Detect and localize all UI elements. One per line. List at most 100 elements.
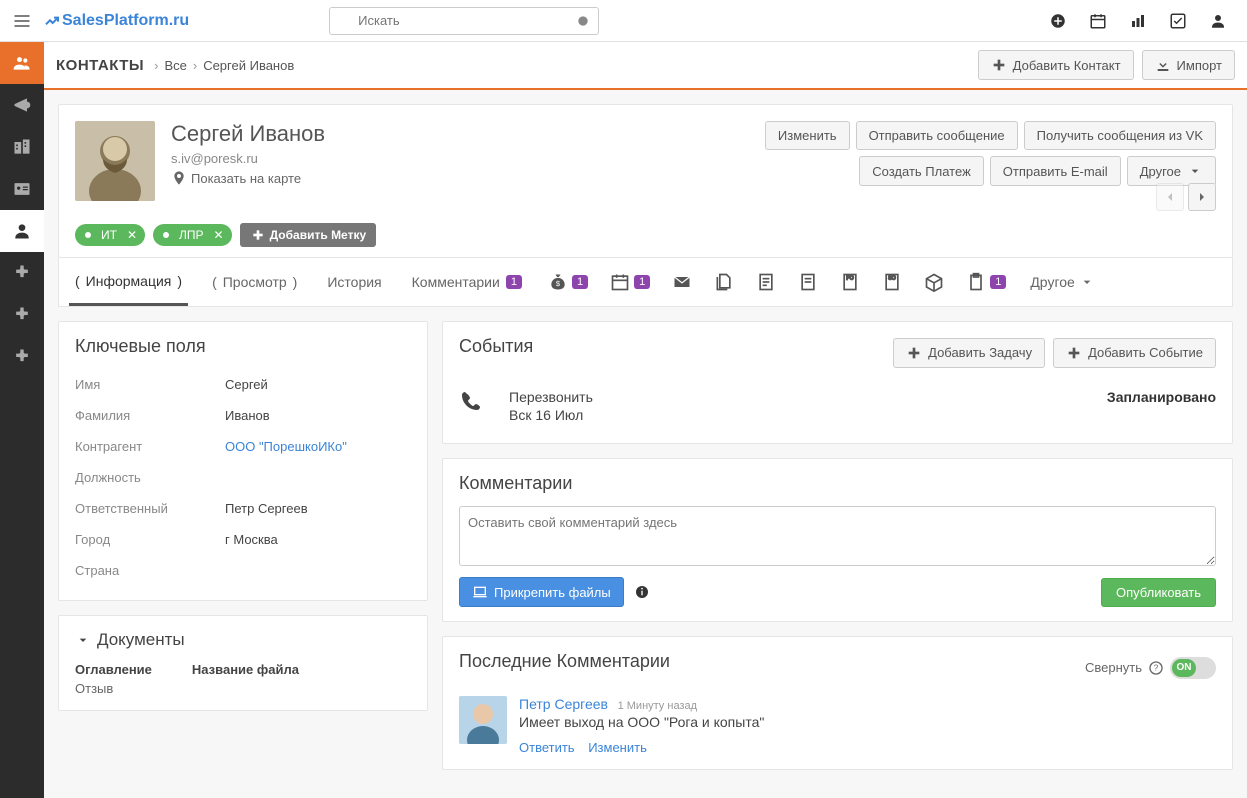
envelope-icon [672,272,692,292]
edit-comment-link[interactable]: Изменить [588,740,647,755]
field-value: Иванов [225,408,270,423]
tab-information[interactable]: Информация [69,259,188,306]
comment-input[interactable] [459,506,1216,566]
tab-page-icon[interactable] [754,258,778,306]
chart-up-icon [44,13,60,29]
send-email-button[interactable]: Отправить E-mail [990,156,1121,186]
tab-history[interactable]: История [321,260,387,304]
field-label: Имя [75,377,225,392]
add-quick-icon[interactable] [1049,12,1067,30]
publish-button[interactable]: Опубликовать [1101,578,1216,607]
calendar-icon[interactable] [1089,12,1107,30]
key-fields-panel: Ключевые поля ИмяСергей ФамилияИванов Ко… [58,321,428,601]
event-row[interactable]: Перезвонить Вск 16 Июл Запланировано [459,383,1216,429]
tab-products-icon[interactable] [922,258,946,306]
tab-po-icon[interactable]: PO [838,258,862,306]
search-input[interactable] [329,7,599,35]
tab-so-icon[interactable]: SO [880,258,904,306]
module-title[interactable]: КОНТАКТЫ [56,57,144,74]
plus-icon [906,345,922,361]
breadcrumb-all[interactable]: Все [164,58,186,73]
dot-icon [85,232,91,238]
add-task-button[interactable]: Добавить Задачу [893,338,1045,368]
svg-text:SO: SO [889,276,896,282]
laptop-icon [472,584,488,600]
chevron-right-icon [1194,189,1210,205]
add-task-label: Добавить Задачу [928,345,1032,360]
brand-logo[interactable]: SalesPlatform.ru [44,12,189,30]
menu-toggle[interactable] [8,7,36,35]
import-button[interactable]: Импорт [1142,50,1235,80]
plus-icon [1066,345,1082,361]
add-event-button[interactable]: Добавить Событие [1053,338,1216,368]
remove-tag-icon[interactable]: ✕ [214,228,224,242]
contact-email[interactable]: s.iv@poresk.ru [171,151,325,166]
sidebar-item-organizations[interactable] [0,126,44,168]
breadcrumb-sep-icon: › [193,58,197,73]
attach-files-button[interactable]: Прикрепить файлы [459,577,624,607]
show-on-map-link[interactable]: Показать на карте [171,170,325,186]
contact-avatar[interactable] [75,121,155,201]
key-fields-title: Ключевые поля [75,336,411,357]
tag-label: ЛПР [179,228,204,242]
sidebar-item-campaigns[interactable] [0,84,44,126]
tag-label: ИТ [101,228,117,242]
recent-comments-panel: Последние Комментарии Свернуть ? ON [442,636,1233,770]
next-record-button[interactable] [1188,183,1216,211]
info-icon[interactable] [634,584,650,600]
add-tag-button[interactable]: Добавить Метку [240,223,377,247]
send-message-button[interactable]: Отправить сообщение [856,121,1018,150]
tab-other-dropdown[interactable]: Другое [1026,260,1098,304]
other-actions-dropdown[interactable]: Другое [1127,156,1216,186]
tag-chip[interactable]: ЛПР ✕ [153,224,232,246]
box-icon [924,272,944,292]
sidebar-item-card[interactable] [0,168,44,210]
events-title: События [459,336,533,357]
tab-comments[interactable]: Комментарии 1 [406,260,528,304]
edit-button[interactable]: Изменить [765,121,850,150]
comment-author-link[interactable]: Петр Сергеев [519,696,608,712]
comment-time: 1 Минуту назад [618,700,697,712]
add-contact-button[interactable]: Добавить Контакт [978,50,1134,80]
sidebar-item-plugin-1[interactable] [0,252,44,294]
comments-title: Комментарии [459,473,1216,494]
documents-toggle[interactable]: Документы [75,630,411,650]
field-value: г Москва [225,532,278,547]
tab-money-icon[interactable]: $1 [546,258,590,306]
create-payment-button[interactable]: Создать Платеж [859,156,983,186]
calendar-badge: 1 [634,275,650,289]
sidebar-item-plugin-3[interactable] [0,336,44,378]
collapse-toggle[interactable]: ON [1170,657,1216,679]
tag-chip[interactable]: ИТ ✕ [75,224,145,246]
sidebar-item-plugin-2[interactable] [0,294,44,336]
tab-mail-icon[interactable] [670,258,694,306]
sidebar-item-contacts-group[interactable] [0,42,44,84]
tab-invoice-icon[interactable] [796,258,820,306]
user-menu-icon[interactable] [1209,12,1227,30]
comment-avatar[interactable] [459,696,507,744]
remove-tag-icon[interactable]: ✕ [127,228,137,242]
tab-view[interactable]: Просмотр [206,260,303,304]
import-label: Импорт [1177,58,1222,73]
add-event-label: Добавить Событие [1088,345,1203,360]
tab-docs-icon[interactable] [712,258,736,306]
reports-icon[interactable] [1129,12,1147,30]
tasks-icon[interactable] [1169,12,1187,30]
tab-clipboard-icon[interactable]: 1 [964,258,1008,306]
help-icon[interactable]: ? [1148,660,1164,676]
add-contact-label: Добавить Контакт [1013,58,1121,73]
chevron-down-icon[interactable] [575,13,591,29]
sidebar-item-contact[interactable] [0,210,44,252]
caret-down-icon [1079,274,1095,290]
contact-name: Сергей Иванов [171,121,325,147]
clipboard-badge: 1 [990,275,1006,289]
doc-row-value[interactable]: Отзыв [75,681,152,696]
get-vk-messages-button[interactable]: Получить сообщения из VK [1024,121,1216,150]
map-pin-icon [171,170,187,186]
reply-link[interactable]: Ответить [519,740,575,755]
field-label: Контрагент [75,439,225,454]
tab-comments-label: Комментарии [412,274,500,290]
tab-calendar-icon[interactable]: 1 [608,258,652,306]
comment-text: Имеет выход на ООО "Рога и копыта" [519,714,764,730]
account-link[interactable]: ООО "ПорешкоИКо" [225,439,347,454]
